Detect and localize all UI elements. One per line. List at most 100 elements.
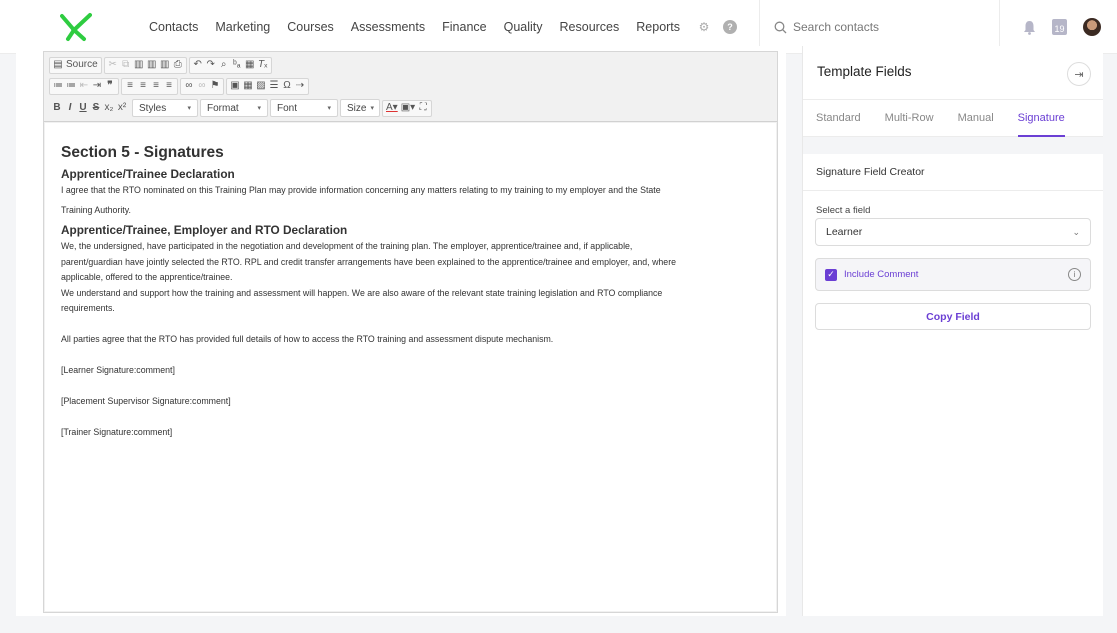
editor-toolbar: ▤ Source ✂ ⧉ ▥ ▥ ▥ ⎙ ↶ ↷ ⌕ ᵇₐ ▦ Tₓ ≔ ≔ ⇤… <box>44 52 777 122</box>
numbered-list-icon[interactable]: ≔ <box>53 80 63 92</box>
link-icon[interactable]: ∞ <box>184 80 194 92</box>
font-label: Font <box>277 102 298 114</box>
nav-contacts[interactable]: Contacts <box>149 20 198 34</box>
caret-down-icon: ▾ <box>187 105 191 112</box>
paste-text-icon[interactable]: ▥ <box>147 59 157 71</box>
styles-dropdown[interactable]: Styles ▾ <box>132 99 198 117</box>
underline-icon[interactable]: U <box>78 102 88 114</box>
avatar[interactable] <box>1083 18 1101 36</box>
tab-standard[interactable]: Standard <box>816 100 861 137</box>
paragraph: All parties agree that the RTO has provi… <box>61 334 554 344</box>
bulleted-list-icon[interactable]: ≔ <box>66 80 76 92</box>
paragraph: requirements. <box>61 303 115 313</box>
placeholder-icon[interactable]: ⇢ <box>295 80 305 92</box>
align-center-icon[interactable]: ≡ <box>138 80 148 92</box>
include-comment-row[interactable]: ✓ Include Comment i <box>815 258 1091 291</box>
help-icon[interactable]: ? <box>723 20 738 34</box>
source-button[interactable]: Source <box>66 59 98 71</box>
align-left-icon[interactable]: ≡ <box>125 80 135 92</box>
include-comment-checkbox[interactable]: ✓ <box>825 268 837 281</box>
panel-header: Template Fields ⇥ <box>803 46 1103 100</box>
subscript-icon[interactable]: x₂ <box>104 102 114 114</box>
align-right-icon[interactable]: ≡ <box>151 80 161 92</box>
subheading-joint-declaration: Apprentice/Trainee, Employer and RTO Dec… <box>61 223 348 237</box>
source-icon: ▤ <box>53 59 63 70</box>
panel-title: Template Fields <box>817 64 912 79</box>
bg-color-icon[interactable]: ▣▾ <box>401 102 415 114</box>
indent-icon[interactable]: ⇥ <box>92 80 102 92</box>
nav-courses[interactable]: Courses <box>287 20 334 34</box>
gear-icon[interactable]: ⚙ <box>697 20 711 34</box>
format-label: Format <box>207 102 239 114</box>
nav-resources[interactable]: Resources <box>560 20 620 34</box>
nav-finance[interactable]: Finance <box>442 20 486 34</box>
tab-multi-row[interactable]: Multi-Row <box>885 100 934 137</box>
template-fields-panel: Template Fields ⇥ Standard Multi-Row Man… <box>802 46 1103 616</box>
remove-format-icon[interactable]: Tₓ <box>258 59 268 71</box>
anchor-icon[interactable]: ⚑ <box>210 80 220 92</box>
copy-field-button[interactable]: Copy Field <box>815 303 1091 330</box>
paste-icon[interactable]: ▥ <box>134 59 144 71</box>
page-break-icon[interactable]: ▨ <box>256 80 266 92</box>
nav-reports[interactable]: Reports <box>636 20 680 34</box>
unlink-icon[interactable]: ∞ <box>197 80 207 92</box>
info-icon[interactable]: i <box>1068 268 1081 281</box>
paragraph: parent/guardian have jointly selected th… <box>61 256 677 267</box>
size-dropdown[interactable]: Size ▾ <box>340 99 380 117</box>
tab-signature[interactable]: Signature <box>1017 100 1065 137</box>
nav-assessments[interactable]: Assessments <box>351 20 425 34</box>
bold-icon[interactable]: B <box>52 102 62 114</box>
paste-word-icon[interactable]: ▥ <box>160 59 170 71</box>
editor-content[interactable]: Section 5 - Signatures Apprentice/Traine… <box>45 123 776 611</box>
paragraph: I agree that the RTO nominated on this T… <box>61 185 661 195</box>
section-heading: Section 5 - Signatures <box>61 144 224 161</box>
spellcheck-icon[interactable]: ▦ <box>245 59 255 71</box>
field-select[interactable]: Learner ⌄ <box>815 218 1091 246</box>
collapse-panel-icon[interactable]: ⇥ <box>1067 62 1091 86</box>
select-label: Select a field <box>816 205 871 216</box>
align-justify-icon[interactable]: ≡ <box>164 80 174 92</box>
italic-icon[interactable]: I <box>65 102 75 114</box>
redo-icon[interactable]: ↷ <box>206 59 216 71</box>
search-input[interactable] <box>793 20 963 34</box>
undo-icon[interactable]: ↶ <box>193 59 203 71</box>
chevron-down-icon: ⌄ <box>1072 226 1080 237</box>
calendar-day: 19 <box>1054 24 1065 34</box>
superscript-icon[interactable]: x² <box>117 102 127 114</box>
print-icon[interactable]: ⎙ <box>173 59 183 71</box>
signature-placeholder-trainer: [Trainer Signature:comment] <box>61 427 173 437</box>
blockquote-icon[interactable]: ❞ <box>105 80 115 92</box>
caret-down-icon: ▾ <box>327 105 331 112</box>
signature-placeholder-learner: [Learner Signature:comment] <box>61 365 175 375</box>
paragraph: We, the undersigned, have participated i… <box>61 241 633 251</box>
nav-quality[interactable]: Quality <box>504 20 543 34</box>
outdent-icon[interactable]: ⇤ <box>79 80 89 92</box>
image-icon[interactable]: ▣ <box>230 80 240 92</box>
format-dropdown[interactable]: Format ▾ <box>200 99 268 117</box>
copy-icon[interactable]: ⧉ <box>121 59 131 71</box>
find-icon[interactable]: ⌕ <box>219 59 229 71</box>
include-comment-label: Include Comment <box>844 269 919 280</box>
styles-label: Styles <box>139 102 167 114</box>
search-icon <box>774 21 787 33</box>
bell-icon[interactable] <box>1023 20 1036 35</box>
calendar-icon[interactable]: 19 <box>1052 19 1067 35</box>
text-color-icon[interactable]: A▾ <box>386 102 398 114</box>
signature-placeholder-supervisor: [Placement Supervisor Signature:comment] <box>61 396 231 406</box>
field-select-value: Learner <box>826 226 863 238</box>
paragraph: applicable, offered to the apprentice/tr… <box>61 272 233 282</box>
nav-marketing[interactable]: Marketing <box>215 20 270 34</box>
cut-icon[interactable]: ✂ <box>108 59 118 71</box>
strikethrough-icon[interactable]: S <box>91 102 101 114</box>
panel-tabs: Standard Multi-Row Manual Signature <box>803 100 1103 137</box>
special-char-icon[interactable]: Ω <box>282 80 292 92</box>
rich-text-editor: ▤ Source ✂ ⧉ ▥ ▥ ▥ ⎙ ↶ ↷ ⌕ ᵇₐ ▦ Tₓ ≔ ≔ ⇤… <box>43 51 778 613</box>
font-dropdown[interactable]: Font ▾ <box>270 99 338 117</box>
table-icon[interactable]: ▦ <box>243 80 253 92</box>
signature-field-card: Signature Field Creator Select a field L… <box>803 154 1103 616</box>
maximize-icon[interactable]: ⛶ <box>418 102 428 114</box>
tab-manual[interactable]: Manual <box>958 100 994 137</box>
logo[interactable] <box>60 12 92 42</box>
horizontal-line-icon[interactable]: ☰ <box>269 80 279 92</box>
replace-icon[interactable]: ᵇₐ <box>232 59 242 71</box>
